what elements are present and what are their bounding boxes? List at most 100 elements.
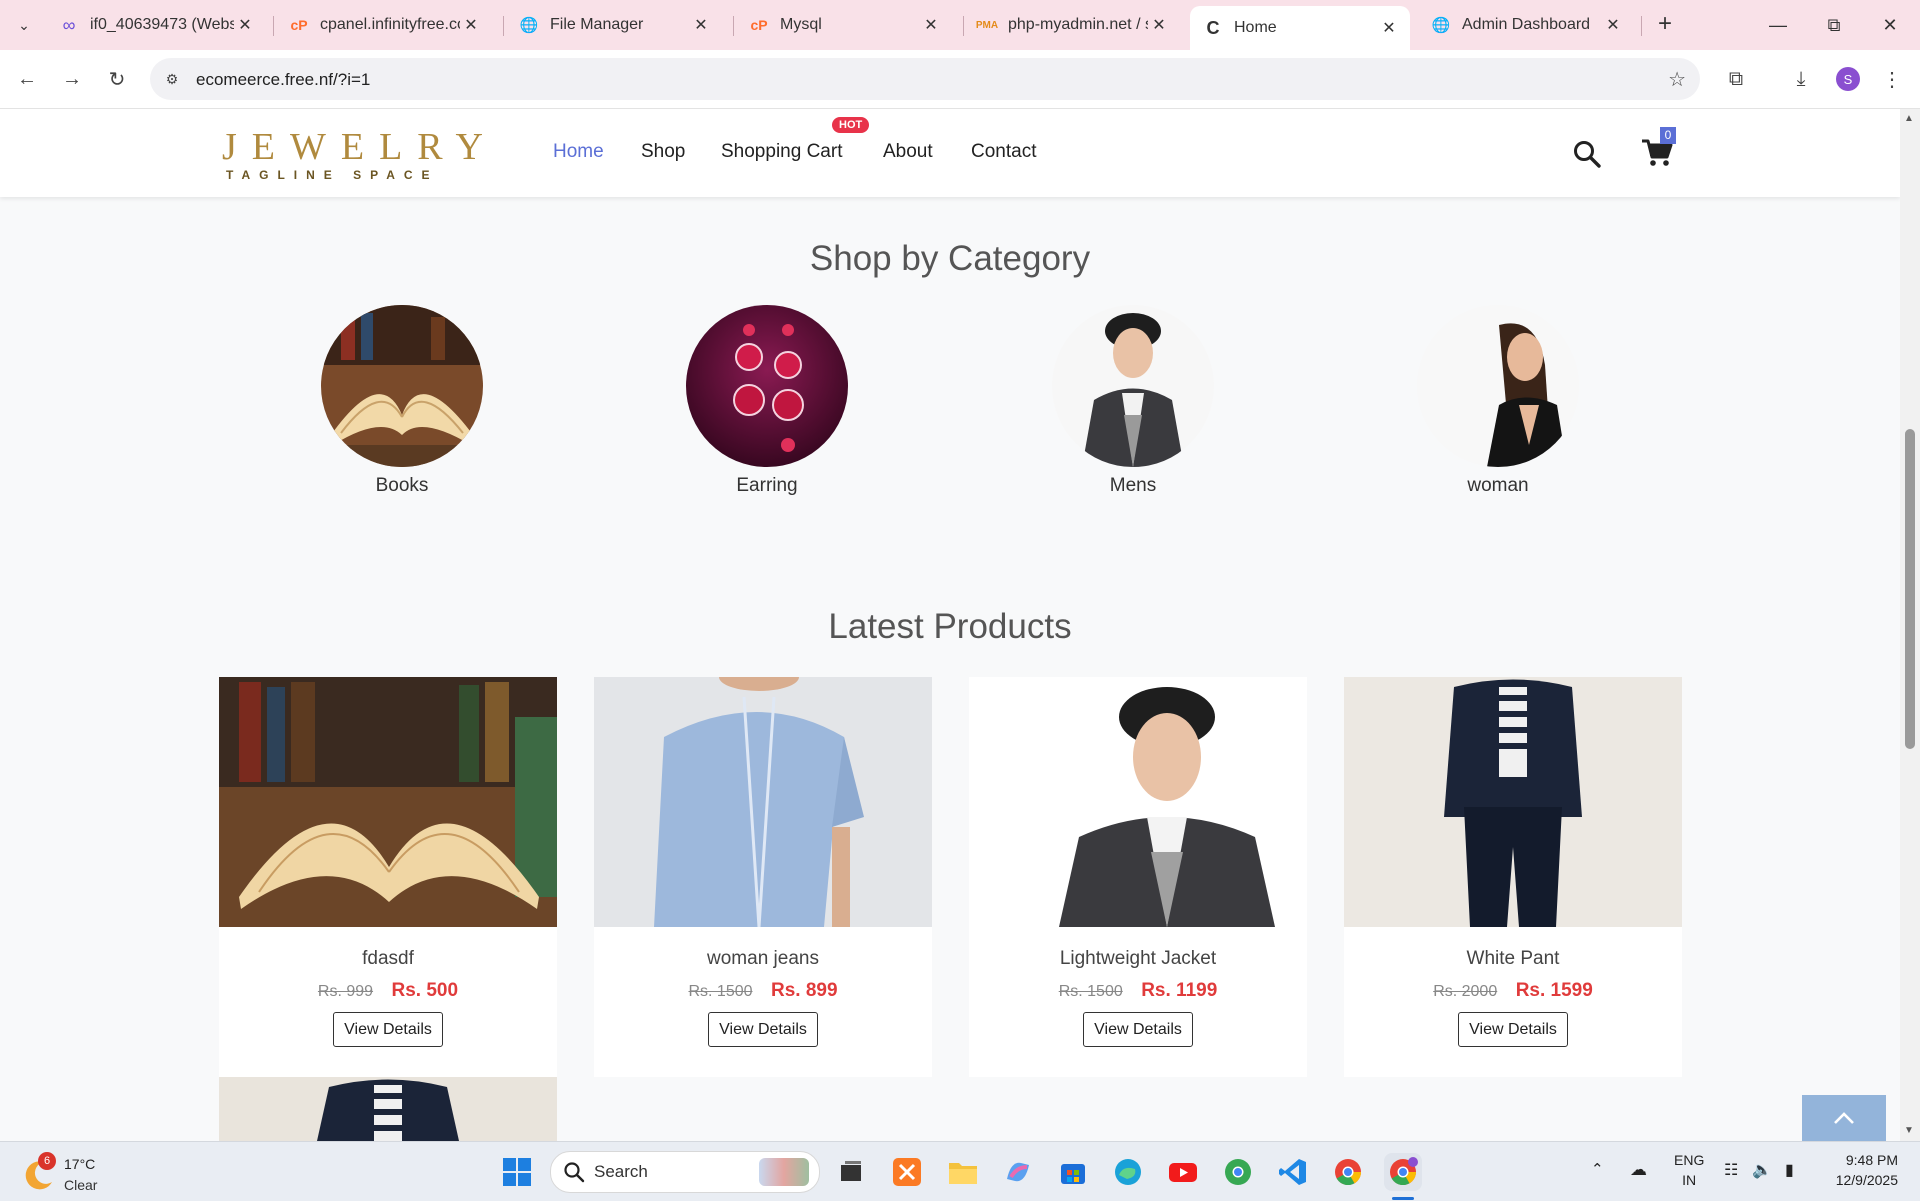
tab-divider	[273, 16, 274, 36]
category-name[interactable]: Books	[320, 475, 484, 497]
close-icon[interactable]: ✕	[1148, 14, 1170, 36]
hot-badge: HOT	[832, 117, 870, 133]
category-name[interactable]: woman	[1416, 475, 1580, 497]
page-scrollbar[interactable]: ▲ ▼	[1900, 109, 1920, 1141]
clock[interactable]: 9:48 PM 12/9/2025	[1826, 1150, 1898, 1190]
chrome-profile-icon[interactable]	[1219, 1153, 1257, 1191]
close-icon[interactable]: ✕	[1378, 17, 1400, 39]
site-info-icon[interactable]: ⚙	[160, 67, 184, 91]
scrollbar-thumb[interactable]	[1905, 429, 1915, 749]
close-icon[interactable]: ✕	[690, 14, 712, 36]
chrome-icon[interactable]	[1329, 1153, 1367, 1191]
category-books[interactable]: Books	[320, 305, 484, 497]
view-details-button[interactable]: View Details	[1083, 1012, 1193, 1047]
site-logo[interactable]: JEWELRY TAGLINE SPACE	[222, 126, 498, 183]
address-bar[interactable]: ⚙ ecomeerce.free.nf/?i=1 ☆	[150, 58, 1700, 100]
category-earring[interactable]: Earring	[685, 305, 849, 497]
tab-website[interactable]: ∞ if0_40639473 (Websit ✕	[46, 6, 266, 44]
tab-file-manager[interactable]: 🌐 File Manager ✕	[506, 6, 722, 44]
copilot-icon[interactable]	[999, 1153, 1037, 1191]
view-details-button[interactable]: View Details	[708, 1012, 818, 1047]
file-explorer-icon[interactable]	[944, 1153, 982, 1191]
vscode-icon[interactable]	[1274, 1153, 1312, 1191]
start-windows-icon[interactable]	[498, 1153, 536, 1191]
download-icon[interactable]: ⤓	[1787, 65, 1815, 93]
category-image[interactable]	[1417, 305, 1579, 467]
product-image[interactable]	[594, 677, 932, 927]
tab-admin-dashboard[interactable]: 🌐 Admin Dashboard ✕	[1418, 6, 1634, 44]
close-icon[interactable]: ✕	[920, 14, 942, 36]
profile-avatar[interactable]: S	[1836, 67, 1860, 91]
product-image[interactable]	[219, 677, 557, 927]
sale-price: Rs. 500	[391, 980, 459, 1001]
product-card-partial[interactable]	[219, 1077, 557, 1141]
tab-home[interactable]: C Home ✕	[1190, 6, 1410, 50]
tray-chevron-up-icon[interactable]: ⌃	[1591, 1160, 1604, 1178]
wifi-icon[interactable]: ☷	[1724, 1160, 1738, 1180]
product-prices: Rs. 999 Rs. 500	[219, 980, 557, 1002]
category-name[interactable]: Earring	[685, 475, 849, 497]
back-arrow-icon[interactable]: ←	[12, 64, 42, 94]
tab-phpmyadmin[interactable]: PMA php-myadmin.net / s ✕	[964, 6, 1180, 44]
tab-label: Admin Dashboard	[1462, 16, 1591, 33]
search-icon	[564, 1162, 585, 1183]
product-title[interactable]: fdasdf	[219, 948, 557, 970]
old-price: Rs. 2000	[1433, 983, 1498, 1000]
new-tab-plus-icon[interactable]: +	[1652, 12, 1678, 38]
url-text[interactable]: ecomeerce.free.nf/?i=1	[196, 70, 370, 90]
browser-toolbar: ← → ↻ ⚙ ecomeerce.free.nf/?i=1 ☆ ⧉ ⤓ ⋮	[0, 50, 1920, 109]
scroll-down-arrow-icon[interactable]: ▼	[1904, 1125, 1914, 1136]
battery-icon[interactable]: ▮	[1785, 1160, 1794, 1180]
nav-about[interactable]: About	[883, 141, 933, 163]
category-image[interactable]	[686, 305, 848, 467]
xampp-icon[interactable]	[888, 1153, 926, 1191]
bookmark-star-icon[interactable]: ☆	[1668, 67, 1686, 92]
extensions-icon[interactable]: ⧉	[1722, 65, 1750, 93]
category-woman[interactable]: woman	[1416, 305, 1580, 497]
category-name[interactable]: Mens	[1051, 475, 1215, 497]
search-icon[interactable]	[1572, 139, 1602, 169]
volume-icon[interactable]: 🔈	[1752, 1160, 1772, 1180]
edge-icon[interactable]	[1109, 1153, 1147, 1191]
tab-cpanel[interactable]: cP cpanel.infinityfree.co ✕	[276, 6, 492, 44]
restore-icon[interactable]: ⧉	[1814, 10, 1854, 40]
onedrive-icon[interactable]: ☁	[1630, 1160, 1647, 1180]
globe-icon: 🌐	[519, 17, 539, 34]
minimize-icon[interactable]: —	[1758, 10, 1798, 40]
category-mens[interactable]: Mens	[1051, 305, 1215, 497]
close-icon[interactable]: ✕	[234, 14, 256, 36]
category-image[interactable]	[1052, 305, 1214, 467]
product-image[interactable]	[969, 677, 1307, 927]
store-icon[interactable]	[1054, 1153, 1092, 1191]
taskbar-search[interactable]: Search	[550, 1151, 820, 1193]
forward-arrow-icon[interactable]: →	[57, 64, 87, 94]
nav-contact[interactable]: Contact	[971, 141, 1036, 163]
scroll-up-arrow-icon[interactable]: ▲	[1904, 113, 1914, 124]
close-icon[interactable]: ✕	[1602, 14, 1624, 36]
nav-shopping-cart[interactable]: Shopping Cart	[721, 141, 842, 163]
product-card: woman jeans Rs. 1500 Rs. 899 View Detail…	[594, 677, 932, 1077]
view-details-button[interactable]: View Details	[1458, 1012, 1568, 1047]
reload-icon[interactable]: ↻	[102, 64, 132, 94]
youtube-icon[interactable]	[1164, 1153, 1202, 1191]
taskbar: 6 17°C Clear Search ⌃ ☁ ENG IN ☷ 🔈 ▮ 9:4…	[0, 1141, 1920, 1201]
task-view-icon[interactable]	[832, 1153, 870, 1191]
product-title[interactable]: White Pant	[1344, 948, 1682, 970]
close-icon[interactable]: ✕	[460, 14, 482, 36]
nav-home[interactable]: Home	[553, 141, 604, 163]
product-title[interactable]: Lightweight Jacket	[969, 948, 1307, 970]
view-details-button[interactable]: View Details	[333, 1012, 443, 1047]
browser-menu-icon[interactable]: ⋮	[1878, 65, 1906, 93]
tab-search-chevron-icon[interactable]: ⌄	[12, 13, 36, 37]
chrome-active-icon[interactable]	[1384, 1153, 1422, 1191]
window-close-icon[interactable]: ✕	[1870, 10, 1910, 40]
product-title[interactable]: woman jeans	[594, 948, 932, 970]
nav-shop[interactable]: Shop	[641, 141, 685, 163]
category-image[interactable]	[321, 305, 483, 467]
product-image[interactable]	[1344, 677, 1682, 927]
logo-title: JEWELRY	[222, 126, 498, 168]
tab-label: File Manager	[550, 16, 644, 33]
back-to-top-button[interactable]	[1802, 1095, 1886, 1141]
language-indicator[interactable]: ENG IN	[1674, 1150, 1704, 1190]
tab-mysql[interactable]: cP Mysql ✕	[736, 6, 952, 44]
